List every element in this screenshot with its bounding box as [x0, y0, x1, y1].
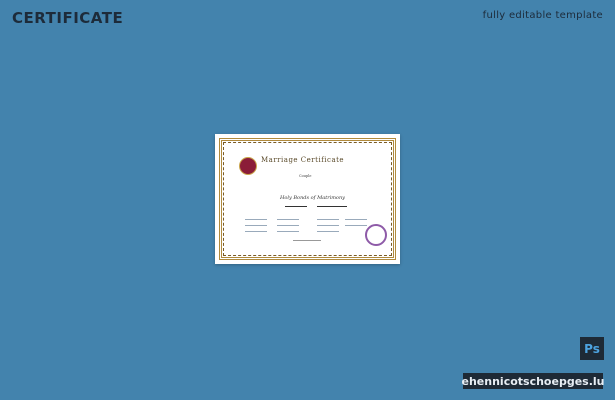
field-line	[317, 219, 339, 220]
field-line	[277, 231, 299, 232]
field-line	[245, 225, 267, 226]
field-line	[277, 219, 299, 220]
field-line	[317, 231, 339, 232]
field-line	[345, 219, 367, 220]
certificate-preview[interactable]: Marriage Certificate Couple Holy Bonds o…	[215, 134, 400, 264]
seal-icon	[365, 224, 387, 246]
field-line	[245, 219, 267, 220]
signature-line-right	[317, 206, 347, 207]
certificate-intro: Couple	[299, 174, 312, 178]
field-line	[345, 225, 367, 226]
field-line	[317, 225, 339, 226]
field-line	[245, 231, 267, 232]
signature-line-left	[285, 206, 307, 207]
page-title: CERTIFICATE	[12, 9, 124, 27]
field-line	[277, 225, 299, 226]
emblem-icon	[239, 157, 257, 175]
certificate-heading: Marriage Certificate	[261, 156, 345, 164]
page-subtitle: fully editable template	[482, 10, 603, 21]
watermark-label: ehennicotschoepges.lu	[461, 373, 605, 389]
photoshop-icon: Ps	[580, 337, 604, 360]
certificate-bond-text: Holy Bonds of Matrimony	[280, 195, 345, 201]
footer-line	[293, 240, 321, 241]
